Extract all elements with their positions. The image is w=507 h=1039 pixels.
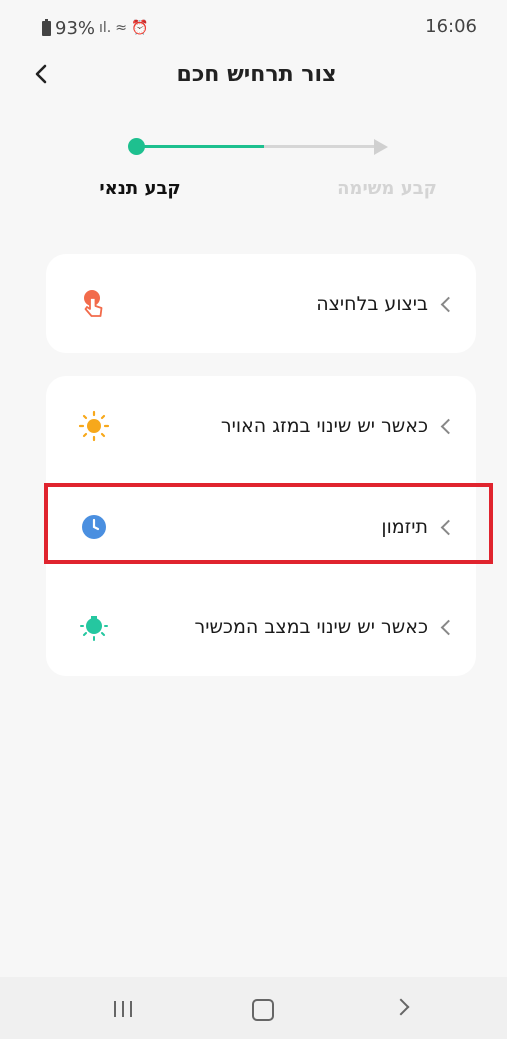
status-time: 16:06 xyxy=(425,16,477,37)
stepper-current-dot xyxy=(128,138,145,155)
status-left: 93% ıl. ≈ ⏰ xyxy=(42,16,148,40)
stepper-arrow-icon xyxy=(374,139,388,155)
nav-back-icon[interactable] xyxy=(392,998,410,1016)
chevron-left-icon xyxy=(440,619,457,636)
condition-device-change[interactable]: כאשר יש שינוי במצב המכשיר xyxy=(46,579,476,675)
condition-label: ביצוע בלחיצה xyxy=(316,293,428,315)
header: צור תרחיש חכם xyxy=(0,50,507,102)
chevron-left-icon xyxy=(440,418,457,435)
wifi-icon: ≈ xyxy=(115,20,127,36)
step-label-set-condition: קבע תנאי xyxy=(99,178,181,199)
condition-weather-change[interactable]: כאשר יש שינוי במזג האויר xyxy=(46,378,476,474)
highlight-box xyxy=(44,483,493,564)
tap-to-run-card: ביצוע בלחיצה xyxy=(46,254,476,353)
system-nav-bar xyxy=(0,977,507,1039)
status-bar: 93% ıl. ≈ ⏰ 16:06 xyxy=(0,0,507,48)
hand-tap-icon xyxy=(84,290,103,317)
battery-icon xyxy=(42,18,51,36)
bulb-icon xyxy=(80,616,108,641)
stepper-progress-line xyxy=(138,145,264,148)
stepper xyxy=(128,136,398,160)
condition-tap-to-run[interactable]: ביצוע בלחיצה xyxy=(46,256,476,352)
stepper-remaining-line xyxy=(264,145,376,148)
battery-percent: 93% xyxy=(55,17,96,39)
sun-icon xyxy=(78,410,110,442)
chevron-left-icon xyxy=(440,296,457,313)
alarm-icon: ⏰ xyxy=(130,20,149,36)
home-icon[interactable] xyxy=(252,999,274,1021)
page-title: צור תרחיש חכם xyxy=(176,62,337,87)
signal-icon: ıl. xyxy=(99,20,112,36)
condition-label: כאשר יש שינוי במזג האויר xyxy=(220,415,428,437)
condition-label: כאשר יש שינוי במצב המכשיר xyxy=(194,616,429,638)
recent-apps-icon[interactable] xyxy=(112,999,134,1019)
step-label-set-task: קבע משימה xyxy=(337,178,437,199)
